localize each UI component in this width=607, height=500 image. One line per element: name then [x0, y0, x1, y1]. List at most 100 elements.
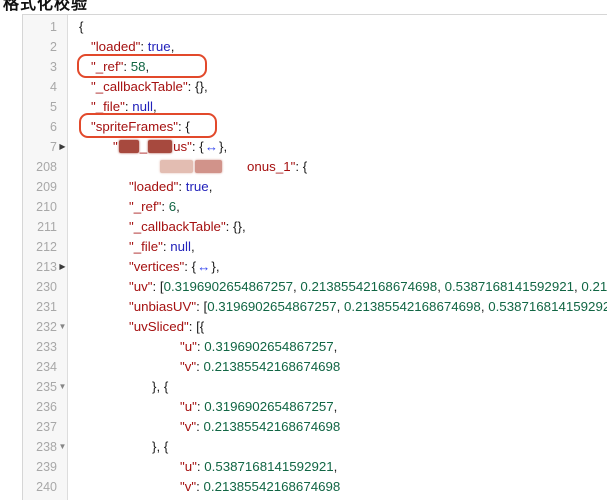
json-token: 0.3196902654867257 — [204, 399, 334, 414]
code-line: 213 ▶ "vertices": {↔}, — [23, 257, 607, 277]
code-line-content: { — [68, 17, 607, 37]
json-token: }, — [211, 259, 220, 274]
code-line-content: "_file": null, — [68, 237, 607, 257]
json-token: : — [123, 59, 131, 74]
code-line: 233 "u": 0.3196902654867257, — [23, 337, 607, 357]
json-token: "u" — [180, 399, 197, 414]
code-line: 210 "_ref": 6, — [23, 197, 607, 217]
fold-toggle-icon[interactable]: ▶ — [57, 137, 68, 157]
line-number: 208 — [23, 157, 68, 177]
json-token: }, — [219, 139, 228, 154]
line-number-text: 234 — [36, 360, 57, 374]
code-line-content: "v": 0.21385542168674698 — [68, 357, 607, 377]
line-number: 2 — [23, 37, 68, 57]
code-line: 240 "v": 0.21385542168674698 — [23, 477, 607, 497]
fold-toggle-icon[interactable]: ▼ — [57, 317, 68, 337]
code-line-content: onus_1": { — [68, 157, 607, 177]
json-token: , — [208, 179, 213, 194]
json-token: 0.21385542168674698 — [344, 299, 481, 314]
redacted-text — [160, 160, 193, 173]
code-line-content: "_file": null, — [68, 97, 607, 117]
json-token: "v" — [180, 359, 197, 374]
code-line: 3 "_ref": 58, — [23, 57, 607, 77]
json-token: , — [437, 279, 445, 294]
fold-toggle-icon[interactable]: ▼ — [57, 437, 68, 457]
code-line: 231 "unbiasUV": [0.3196902654867257, 0.21… — [23, 297, 607, 317]
line-number: 213 ▶ — [23, 257, 68, 277]
code-line-content: "v": 0.21385542168674698 — [68, 477, 607, 497]
json-token: , — [336, 299, 345, 314]
page-title: 格式化校验 — [3, 0, 89, 13]
json-token: 0.5387168141592921 — [444, 279, 575, 294]
json-token: 0.3196902654867257 — [163, 279, 293, 294]
line-number-text: 237 — [36, 420, 57, 434]
code-line-content: "u": 0.3196902654867257, — [68, 397, 607, 417]
line-number-text: 7 — [50, 140, 57, 154]
code-line: 211 "_callbackTable": {}, — [23, 217, 607, 237]
json-token: "_file" — [91, 99, 125, 114]
code-line-content: }, { — [68, 437, 607, 457]
json-token: , — [176, 199, 180, 214]
json-token: "v" — [180, 419, 197, 434]
line-number-text: 232 — [36, 320, 57, 334]
code-line-content: "u": 0.3196902654867257, — [68, 337, 607, 357]
json-code-editor[interactable]: 1{2 "loaded": true, 3 "_ref": 58, 4 "_callbac… — [22, 14, 607, 500]
line-number-text: 211 — [37, 220, 57, 234]
json-token: "loaded" — [129, 179, 179, 194]
line-number-text: 212 — [36, 240, 57, 254]
code-line-content: "loaded": true, — [68, 177, 607, 197]
line-number: 211 — [23, 217, 68, 237]
code-line: 232 ▼ "uvSliced": [{ — [23, 317, 607, 337]
line-number-text: 231 — [36, 300, 57, 314]
line-number: 7 ▶ — [23, 137, 68, 157]
code-line: 5 "_file": null, — [23, 97, 607, 117]
json-token: "_callbackTable" — [129, 219, 226, 234]
json-token: }, { — [152, 379, 169, 394]
line-number-text: 236 — [36, 400, 57, 414]
json-token: null — [170, 239, 191, 254]
json-token: "u" — [180, 459, 197, 474]
code-line: 1{ — [23, 17, 607, 37]
json-token: }, { — [152, 439, 169, 454]
json-token: onus_1" — [247, 159, 296, 174]
json-token: , — [170, 39, 175, 54]
json-token: : { — [178, 119, 190, 134]
json-token: : [{ — [188, 319, 205, 334]
code-line-content: "spriteFrames": { — [68, 117, 607, 137]
code-line-content: "u": 0.5387168141592921, — [68, 457, 607, 477]
json-token: 58 — [130, 59, 146, 74]
fold-placeholder-icon[interactable]: ↔ — [204, 139, 219, 154]
json-token: : — [140, 39, 148, 54]
code-line-content: "_callbackTable": {}, — [68, 77, 607, 97]
code-line-content: "_ref": 58, — [68, 57, 607, 77]
json-token: "vertices" — [129, 259, 185, 274]
json-token: : { — [184, 259, 197, 274]
json-token: 0.5387168141592921 — [204, 459, 334, 474]
json-formatter-page: 格式化校验 1{2 "loaded": true, 3 "_ref": 58, 4 "_c… — [0, 0, 607, 500]
code-line: 238 ▼}, { — [23, 437, 607, 457]
line-number-text: 213 — [36, 260, 57, 274]
code-line-content: "loaded": true, — [68, 37, 607, 57]
line-number-text: 3 — [50, 60, 57, 74]
code-line: 2 "loaded": true, — [23, 37, 607, 57]
json-token: true — [147, 39, 171, 54]
json-token: "unbiasUV" — [129, 299, 197, 314]
json-token: : [ — [196, 299, 208, 314]
fold-toggle-icon[interactable]: ▼ — [57, 377, 68, 397]
line-number: 3 — [23, 57, 68, 77]
json-token: , — [190, 239, 195, 254]
line-number: 240 — [23, 477, 68, 497]
code-line: 4 "_callbackTable": {}, — [23, 77, 607, 97]
fold-toggle-icon[interactable]: ▶ — [57, 257, 68, 277]
json-token: , — [152, 99, 157, 114]
json-token: , — [333, 399, 338, 414]
code-line-content: "_ref": 6, — [68, 197, 607, 217]
fold-placeholder-icon[interactable]: ↔ — [196, 259, 211, 274]
json-token: "uv" — [129, 279, 153, 294]
json-token: : [ — [152, 279, 164, 294]
code-line: 236 "u": 0.3196902654867257, — [23, 397, 607, 417]
code-line-content: "v": 0.21385542168674698 — [68, 417, 607, 437]
json-token: "_file" — [129, 239, 163, 254]
line-number: 235 ▼ — [23, 377, 68, 397]
